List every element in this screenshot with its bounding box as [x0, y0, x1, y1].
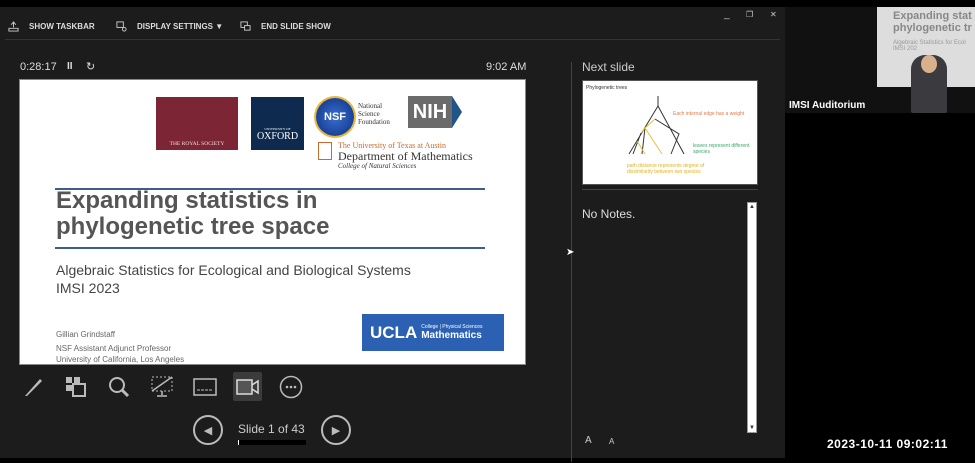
- mouse-cursor-icon: ➤: [566, 247, 575, 258]
- camera-button[interactable]: [233, 372, 262, 401]
- triangle-right-icon: ▶: [331, 424, 341, 437]
- taskbar-icon: [8, 21, 19, 32]
- slide-counter[interactable]: Slide 1 of 43: [238, 422, 305, 436]
- magnifier-icon: [108, 376, 129, 397]
- ut-math-logo: The University of Texas at Austin Depart…: [338, 141, 473, 170]
- nih-chevron: [452, 96, 462, 128]
- annotation-leaves: leaves represent different species: [693, 143, 750, 155]
- pen-icon: [24, 378, 42, 396]
- decrease-font-button[interactable]: A: [609, 437, 614, 446]
- close-button[interactable]: ✕: [770, 10, 777, 19]
- slide-progress-bar[interactable]: [238, 440, 306, 445]
- pause-timer-button[interactable]: II: [67, 61, 73, 72]
- grid-icon: [65, 376, 86, 397]
- annotation-edge-weight: Each internal edge has a weight: [673, 111, 745, 117]
- nsf-logo: NSF: [316, 98, 354, 136]
- notes-scrollbar[interactable]: ▲ ▼: [747, 202, 757, 433]
- elapsed-timer: 0:28:17: [20, 61, 57, 73]
- subtitles-button[interactable]: [190, 372, 219, 401]
- toolbar-divider: [5, 39, 780, 40]
- next-divider: [582, 189, 758, 190]
- current-slide[interactable]: THE ROYAL SOCIETY UNIVERSITY OF OXFORD NS…: [19, 79, 526, 365]
- more-options-button[interactable]: [276, 372, 305, 401]
- presenter-view: SHOW TASKBAR DISPLAY SETTINGS ▼ END SLID…: [0, 7, 785, 462]
- slide-subtitle: Algebraic Statistics for Ecological and …: [56, 262, 411, 296]
- nsf-text: National Science Foundation: [358, 102, 390, 126]
- scroll-down-icon[interactable]: ▼: [749, 425, 755, 431]
- video-feed: Expanding stat phylogenetic tr Algebraic …: [785, 7, 975, 113]
- display-settings-icon: [116, 21, 127, 32]
- next-slide-button[interactable]: ▶: [321, 415, 351, 445]
- author-position: NSF Assistant Adjunct Professor: [56, 344, 172, 353]
- ucla-math-logo: UCLA College | Physical Sciences Mathemat…: [362, 314, 504, 351]
- ut-shield-icon: [318, 142, 332, 160]
- end-show-icon: [240, 21, 251, 31]
- slide-navigation: ◀ Slide 1 of 43 ▶: [193, 415, 353, 455]
- zoom-button[interactable]: [104, 372, 133, 401]
- speaker-face: [921, 55, 937, 73]
- restore-button[interactable]: ❐: [746, 10, 753, 19]
- show-taskbar-button[interactable]: SHOW TASKBAR: [8, 21, 95, 32]
- annotation-path-distance: path distance represents degree of dissi…: [627, 163, 705, 175]
- presenter-tools: [18, 372, 305, 401]
- scroll-up-icon[interactable]: ▲: [749, 204, 755, 210]
- black-screen-button[interactable]: [147, 372, 176, 401]
- pen-tool-button[interactable]: [18, 372, 47, 401]
- current-time: 9:02 AM: [486, 61, 527, 73]
- slide-title: Expanding statistics in phylogenetic tree…: [56, 187, 330, 240]
- pane-divider[interactable]: [571, 62, 572, 462]
- author-affiliation: University of California, Los Angeles: [56, 355, 185, 364]
- oxford-logo: UNIVERSITY OF OXFORD: [251, 97, 304, 150]
- minimize-button[interactable]: _: [724, 9, 730, 20]
- next-slide-preview[interactable]: Phylogenetic trees Each internal edge ha…: [582, 80, 758, 185]
- next-slide-label: Next slide: [582, 60, 635, 74]
- royal-society-logo: THE ROYAL SOCIETY: [156, 97, 238, 150]
- show-taskbar-label: SHOW TASKBAR: [29, 22, 95, 31]
- video-camera-icon: [235, 378, 259, 395]
- display-settings-button[interactable]: DISPLAY SETTINGS ▼: [116, 21, 223, 32]
- speaker-notes[interactable]: No Notes.: [582, 207, 635, 221]
- end-slide-show-button[interactable]: END SLIDE SHOW: [240, 21, 331, 32]
- monitor-slash-icon: [151, 375, 172, 397]
- nih-logo: NIH: [408, 96, 452, 128]
- previous-slide-button[interactable]: ◀: [193, 415, 223, 445]
- increase-font-button[interactable]: A: [585, 435, 592, 446]
- subtitles-icon: [192, 377, 217, 396]
- triangle-left-icon: ◀: [203, 424, 213, 437]
- video-label: IMSI Auditorium: [789, 100, 866, 111]
- author-name: Gillian Grindstaff: [56, 330, 115, 339]
- reset-timer-button[interactable]: ↻: [86, 60, 95, 73]
- display-settings-label: DISPLAY SETTINGS ▼: [137, 22, 224, 31]
- recording-timestamp: 2023-10-11 09:02:11: [827, 437, 948, 451]
- title-rule-bottom: [55, 247, 485, 249]
- end-slide-show-label: END SLIDE SHOW: [261, 22, 331, 31]
- see-all-slides-button[interactable]: [61, 372, 90, 401]
- ellipsis-icon: [279, 375, 302, 398]
